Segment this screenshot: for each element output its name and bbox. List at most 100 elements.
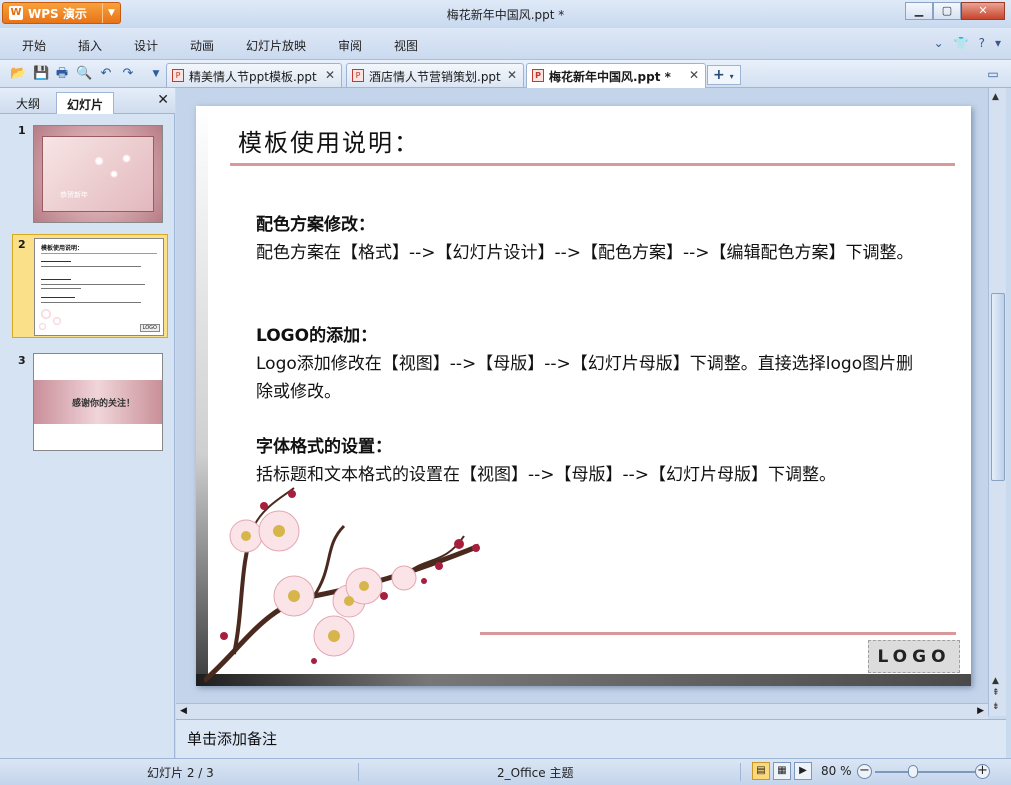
- normal-view-icon[interactable]: ▤: [752, 762, 770, 780]
- minimize-button[interactable]: ▁: [905, 2, 933, 20]
- tab-label: 梅花新年中国风.ppt *: [549, 70, 671, 84]
- toolbar: 📂 💾 🖶 🔍 ↶ ↷ ▼ P 精美情人节ppt模板.ppt ✕ P 酒店情人节…: [0, 60, 1011, 88]
- tab-doc-plum-newyear[interactable]: P 梅花新年中国风.ppt * ✕: [526, 63, 706, 88]
- notes-area[interactable]: 单击添加备注: [176, 719, 1006, 758]
- slide-sorter-icon[interactable]: ▦: [773, 762, 791, 780]
- menu-review[interactable]: 审阅: [338, 37, 362, 54]
- print-icon[interactable]: 🖶: [54, 66, 70, 82]
- prev-slide-icon[interactable]: ⇞: [992, 688, 1000, 698]
- slide-title[interactable]: 模板使用说明：: [238, 123, 420, 158]
- section-heading: 字体格式的设置：: [256, 437, 392, 457]
- menu-view[interactable]: 视图: [394, 37, 418, 54]
- chevron-down-icon[interactable]: ⌄: [934, 36, 944, 50]
- redo-icon[interactable]: ↷: [120, 66, 136, 82]
- section-heading: 配色方案修改：: [256, 215, 375, 235]
- maximize-button[interactable]: ▢: [933, 2, 961, 20]
- section-body: 括标题和文本格式的设置在【视图】-->【母版】-->【幻灯片母版】下调整。: [256, 465, 837, 485]
- slide-preview: 模板使用说明： LOGO: [34, 238, 164, 336]
- plum-blossom-icon: [94, 156, 104, 166]
- menu-bar: 开始 插入 设计 动画 幻灯片放映 审阅 视图 ⌄ 👕 ? ▾: [0, 28, 1011, 60]
- slide-preview-text: 感谢你的关注！: [72, 399, 136, 409]
- section-font-format[interactable]: 字体格式的设置： 括标题和文本格式的设置在【视图】-->【母版】-->【幻灯片母…: [256, 433, 926, 489]
- zoom-level[interactable]: 80 %: [821, 764, 852, 778]
- scroll-right-icon[interactable]: ▶: [977, 706, 984, 716]
- scroll-up-icon[interactable]: ▲: [992, 676, 999, 686]
- title-bar: W WPS 演示 ▼ 梅花新年中国风.ppt * ▁ ▢ ✕: [0, 0, 1011, 28]
- text-line: [41, 302, 141, 303]
- close-button[interactable]: ✕: [961, 2, 1005, 20]
- logo-placeholder[interactable]: LOGO: [868, 640, 960, 673]
- horizontal-scrollbar[interactable]: ◀ ▶: [176, 703, 988, 719]
- menu-insert[interactable]: 插入: [78, 37, 102, 54]
- tab-slides[interactable]: 幻灯片: [56, 92, 115, 114]
- slide-preview-logo: LOGO: [139, 324, 160, 332]
- slide-canvas[interactable]: 模板使用说明： 配色方案修改： 配色方案在【格式】-->【幻灯片设计】-->【配…: [196, 106, 971, 686]
- next-slide-icon[interactable]: ⇟: [992, 702, 1000, 712]
- scroll-thumb[interactable]: [991, 293, 1005, 481]
- plum-blossom-icon: [41, 309, 51, 319]
- text-line: [41, 284, 145, 285]
- section-body: Logo添加修改在【视图】-->【母版】-->【幻灯片母版】下调整。直接选择lo…: [256, 354, 914, 402]
- plum-blossom-icon: [110, 170, 118, 178]
- slide-preview: 感谢你的关注！: [33, 353, 163, 451]
- menu-home[interactable]: 开始: [22, 37, 46, 54]
- new-tab-button[interactable]: + ▾: [707, 65, 741, 85]
- menu-animation[interactable]: 动画: [190, 37, 214, 54]
- slide-thumbnail-1[interactable]: 恭贺新年: [12, 122, 168, 226]
- menu-design[interactable]: 设计: [134, 37, 158, 54]
- zoom-slider-track[interactable]: [875, 771, 975, 773]
- slide-preview-text: 恭贺新年: [60, 191, 88, 199]
- slide-thumbnail-3[interactable]: 感谢你的关注！: [12, 350, 168, 454]
- plum-blossom-icon: [53, 317, 61, 325]
- tab-outline[interactable]: 大纲: [6, 92, 50, 114]
- print-preview-icon[interactable]: 🔍: [76, 66, 92, 82]
- close-icon[interactable]: ✕: [325, 68, 335, 82]
- save-icon[interactable]: 💾: [33, 66, 49, 82]
- chevron-down-icon[interactable]: ▾: [730, 72, 734, 81]
- menu-right-controls: ⌄ 👕 ? ▾: [934, 36, 1001, 50]
- tab-doc-hotel-plan[interactable]: P 酒店情人节营销策划.ppt ✕: [346, 63, 524, 87]
- text-line: [41, 279, 71, 280]
- slide-thumbnail-2[interactable]: 模板使用说明： LOGO: [12, 234, 168, 338]
- status-bar: 幻灯片 2 / 3 2_Office 主题 ▤ ▦ ▶ 80 % − +: [0, 758, 1011, 785]
- plum-blossom-branch-illustration: [204, 487, 480, 683]
- section-color-scheme[interactable]: 配色方案修改： 配色方案在【格式】-->【幻灯片设计】-->【配色方案】-->【…: [256, 211, 926, 267]
- plum-blossom-icon: [39, 323, 46, 330]
- section-heading: LOGO的添加：: [256, 326, 378, 346]
- skin-icon[interactable]: 👕: [954, 36, 969, 50]
- slide-number: 2: [18, 238, 26, 251]
- slides-panel: 大纲 幻灯片 ✕ 1 恭贺新年 2 模板使用说明： LOGO 3 感谢你的关注！: [0, 88, 175, 758]
- zoom-in-button[interactable]: +: [975, 764, 990, 779]
- close-icon[interactable]: ✕: [157, 92, 169, 108]
- slideshow-icon[interactable]: ▶: [794, 762, 812, 780]
- close-icon[interactable]: ✕: [689, 68, 699, 82]
- zoom-slider-handle[interactable]: [908, 765, 918, 778]
- tab-doc-valentine-template[interactable]: P 精美情人节ppt模板.ppt ✕: [166, 63, 342, 87]
- status-separator: [358, 763, 359, 781]
- bottom-divider: [480, 632, 956, 635]
- ppt-file-icon: P: [352, 69, 364, 82]
- text-line: [41, 261, 71, 262]
- close-icon[interactable]: ✕: [507, 68, 517, 82]
- tab-list-icon[interactable]: ▭: [985, 66, 1001, 82]
- tab-label: 精美情人节ppt模板.ppt: [189, 70, 317, 84]
- tab-label: 酒店情人节营销策划.ppt: [369, 70, 501, 84]
- customize-toolbar-icon[interactable]: ▼: [148, 66, 164, 82]
- text-line: [41, 297, 75, 298]
- slide-preview-frame: [42, 136, 154, 212]
- menu-slideshow[interactable]: 幻灯片放映: [246, 37, 306, 54]
- text-line: [41, 288, 81, 289]
- undo-icon[interactable]: ↶: [98, 66, 114, 82]
- open-folder-icon[interactable]: 📂: [10, 66, 26, 82]
- slide-counter: 幻灯片 2 / 3: [147, 766, 214, 780]
- slide-preview-divider: [41, 253, 157, 254]
- scroll-up-icon[interactable]: ▲: [992, 92, 999, 102]
- scroll-left-icon[interactable]: ◀: [180, 706, 187, 716]
- section-logo[interactable]: LOGO的添加： Logo添加修改在【视图】-->【母版】-->【幻灯片母版】下…: [256, 322, 926, 406]
- chevron-down-icon[interactable]: ▾: [995, 36, 1001, 50]
- slide-editor-area: 模板使用说明： 配色方案修改： 配色方案在【格式】-->【幻灯片设计】-->【配…: [176, 88, 988, 703]
- vertical-scrollbar[interactable]: ▲ ▲ ⇞ ⇟: [988, 88, 1006, 716]
- help-icon[interactable]: ?: [979, 36, 985, 50]
- slide-preview: 恭贺新年: [33, 125, 163, 223]
- zoom-out-button[interactable]: −: [857, 764, 872, 779]
